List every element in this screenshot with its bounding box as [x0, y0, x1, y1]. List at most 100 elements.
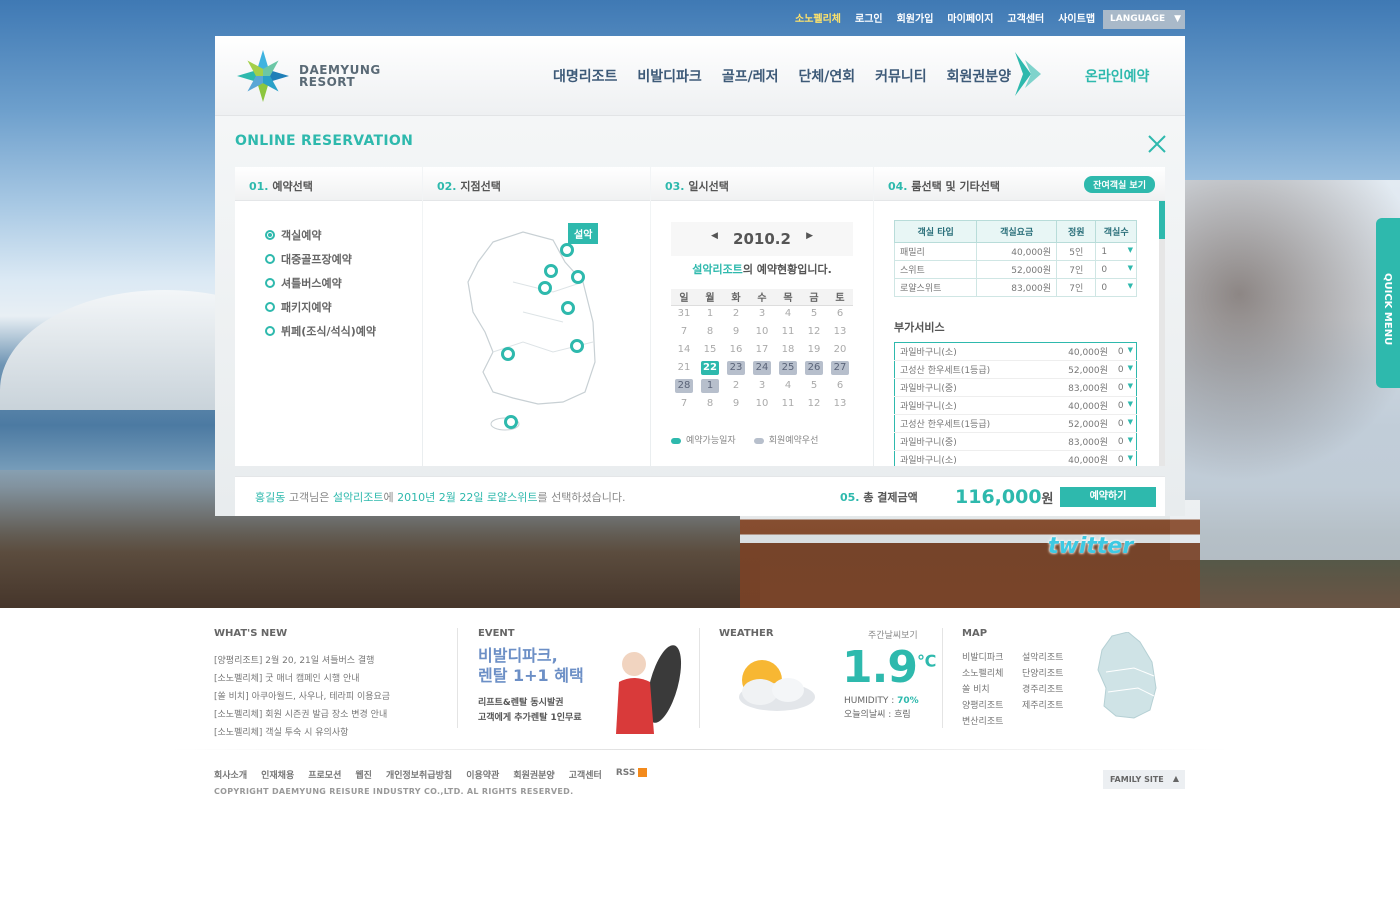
- map-link[interactable]: 설악리조트: [1022, 650, 1082, 666]
- calendar-day-member[interactable]: 1: [701, 379, 719, 393]
- map-tag-seorak[interactable]: 설악: [568, 223, 599, 244]
- gnb-group-banquet[interactable]: 단체/연회: [798, 66, 855, 86]
- location-pin-icon[interactable]: [560, 243, 574, 257]
- option-room[interactable]: 객실예약: [265, 223, 422, 247]
- top-nav-mypage[interactable]: 마이페이지: [947, 10, 993, 25]
- addon-scroll[interactable]: 과일바구니(소)40,000원0 고성산 한우세트(1등급)52,000원0 과…: [874, 342, 1159, 466]
- footer-link-terms[interactable]: 이용약관: [466, 768, 499, 781]
- room-type: 스위트: [893, 260, 978, 279]
- location-pin-icon[interactable]: [544, 264, 558, 278]
- event-headline[interactable]: 비발디파크, 렌탈 1+1 혜택: [478, 646, 584, 686]
- arrow-mark-icon: [1015, 52, 1041, 96]
- gnb-membership[interactable]: 회원권분양: [947, 66, 1011, 86]
- room-count-select[interactable]: 0: [1095, 278, 1137, 297]
- prev-month-icon[interactable]: ◀: [711, 231, 718, 241]
- scrollbar-thumb[interactable]: [1159, 201, 1165, 239]
- family-site-select[interactable]: FAMILY SITE ▲: [1103, 770, 1185, 789]
- vacancy-button[interactable]: 잔여객실 보기: [1084, 176, 1155, 193]
- event-line1: 리프트&렌탈 동시발권: [478, 698, 564, 708]
- footer-link-promotion[interactable]: 프로모션: [308, 768, 341, 781]
- addon-count-select[interactable]: 0: [1112, 450, 1137, 466]
- calendar-day-member[interactable]: 27: [831, 361, 849, 375]
- map-link[interactable]: 경주리조트: [1022, 682, 1082, 698]
- scrollbar[interactable]: [1159, 201, 1165, 466]
- calendar-day: 12: [807, 326, 821, 337]
- map-link[interactable]: 변산리조트: [962, 714, 1022, 730]
- footer-link-support[interactable]: 고객센터: [569, 768, 602, 781]
- gnb-golf-leisure[interactable]: 골프/레저: [722, 66, 779, 86]
- addon-count-select[interactable]: 0: [1112, 342, 1137, 361]
- footer-link-membership[interactable]: 회원권분양: [513, 768, 554, 781]
- top-nav-sitemap[interactable]: 사이트맵: [1058, 10, 1095, 25]
- calendar-day: 5: [810, 308, 818, 320]
- gnb-community[interactable]: 커뮤니티: [875, 66, 927, 86]
- list-item[interactable]: [쏠 비치] 아쿠아월드, 사우나, 테라피 이용요금: [214, 688, 390, 706]
- addon-count-select[interactable]: 0: [1112, 378, 1137, 397]
- location-pin-icon[interactable]: [538, 281, 552, 295]
- reservation-title: ONLINE RESERVATION: [235, 133, 414, 149]
- list-item[interactable]: [양평리조트] 2월 20, 21일 셔틀버스 결행: [214, 652, 390, 670]
- footer-link-company[interactable]: 회사소개: [214, 768, 247, 781]
- korea-map: [467, 231, 596, 431]
- room-count-select[interactable]: 1: [1095, 242, 1137, 261]
- step2-label: 지점선택: [460, 180, 501, 193]
- addon-count-select[interactable]: 0: [1112, 432, 1137, 451]
- option-shuttle[interactable]: 셔틀버스예약: [265, 271, 422, 295]
- calendar-day-member[interactable]: 28: [675, 379, 693, 393]
- top-nav-support[interactable]: 고객센터: [1007, 10, 1044, 25]
- language-select[interactable]: LANGUAGE ▼: [1103, 10, 1185, 29]
- footer-link-rss[interactable]: RSS: [616, 768, 648, 781]
- footer-link-careers[interactable]: 인재채용: [261, 768, 294, 781]
- legend-swatch: [671, 437, 681, 444]
- reserve-button[interactable]: 예약하기: [1060, 487, 1156, 507]
- option-golf[interactable]: 대중골프장예약: [265, 247, 422, 271]
- location-pin-icon[interactable]: [504, 415, 518, 429]
- top-nav-sonofelice[interactable]: 소노펠리체: [795, 10, 841, 25]
- step-date: 03. 일시선택 ◀ 2010.2 ▶ 설악리조트의 예약현황입니다. 일 월 …: [651, 167, 873, 466]
- next-month-icon[interactable]: ▶: [806, 231, 813, 241]
- calendar-day-selected[interactable]: 22: [701, 361, 719, 375]
- weekly-weather-link[interactable]: 주간날씨보기: [868, 628, 918, 641]
- chevron-up-icon: ▲: [1172, 774, 1179, 783]
- location-pin-icon[interactable]: [501, 347, 515, 361]
- list-item[interactable]: [소노펠리체] 굿 매너 캠페인 시행 안내: [214, 670, 390, 688]
- korea-mini-map[interactable]: [1094, 632, 1159, 732]
- map-link[interactable]: 단양리조트: [1022, 666, 1082, 682]
- calendar-day-member[interactable]: 23: [727, 361, 745, 375]
- map-link[interactable]: 쏠 비치: [962, 682, 1022, 698]
- addon-count-select[interactable]: 0: [1112, 360, 1137, 379]
- quick-menu[interactable]: QUICK MENU: [1376, 218, 1400, 388]
- weekday-label: 일: [671, 289, 697, 306]
- room-count-select[interactable]: 0: [1095, 260, 1137, 279]
- location-pin-icon[interactable]: [571, 270, 585, 284]
- calendar-day-member[interactable]: 25: [779, 361, 797, 375]
- map-link[interactable]: 양평리조트: [962, 698, 1022, 714]
- addon-count-select[interactable]: 0: [1112, 396, 1137, 415]
- top-nav-login[interactable]: 로그인: [855, 10, 883, 25]
- location-pin-icon[interactable]: [561, 301, 575, 315]
- calendar-day: 7: [680, 326, 688, 337]
- list-item[interactable]: [소노펠리체] 회원 시즌권 발급 장소 변경 안내: [214, 706, 390, 724]
- logo[interactable]: DAEMYUNG RESORT: [235, 48, 381, 104]
- gnb-daemyung-resort[interactable]: 대명리조트: [553, 66, 617, 86]
- online-booking-link[interactable]: 온라인예약: [1085, 66, 1149, 86]
- footer-link-privacy[interactable]: 개인정보취급방침: [386, 768, 452, 781]
- map-link[interactable]: 제주리조트: [1022, 698, 1082, 714]
- twitter-link[interactable]: twitter: [1048, 534, 1133, 559]
- close-icon[interactable]: [1147, 134, 1167, 154]
- addon-count-select[interactable]: 0: [1112, 414, 1137, 433]
- location-pin-icon[interactable]: [570, 339, 584, 353]
- gnb-vivaldi-park[interactable]: 비발디파크: [637, 66, 701, 86]
- calendar-day: 2: [732, 308, 740, 320]
- calendar-day-member[interactable]: 24: [753, 361, 771, 375]
- list-item[interactable]: [소노펠리체] 객실 투숙 시 유의사항: [214, 724, 390, 742]
- top-nav-join[interactable]: 회원가입: [897, 10, 934, 25]
- option-package[interactable]: 패키지예약: [265, 295, 422, 319]
- footer-link-webzine[interactable]: 웹진: [355, 768, 372, 781]
- step-room: 04. 룸선택 및 기타선택 잔여객실 보기 객실 타입 객실요금 정원 객실수…: [874, 167, 1165, 466]
- calendar-day-member[interactable]: 26: [805, 361, 823, 375]
- calendar-day: 1: [706, 308, 714, 320]
- map-link[interactable]: 비발디파크: [962, 650, 1022, 666]
- map-link[interactable]: 소노펠리체: [962, 666, 1022, 682]
- option-buffet[interactable]: 뷔페(조식/석식)예약: [265, 319, 422, 343]
